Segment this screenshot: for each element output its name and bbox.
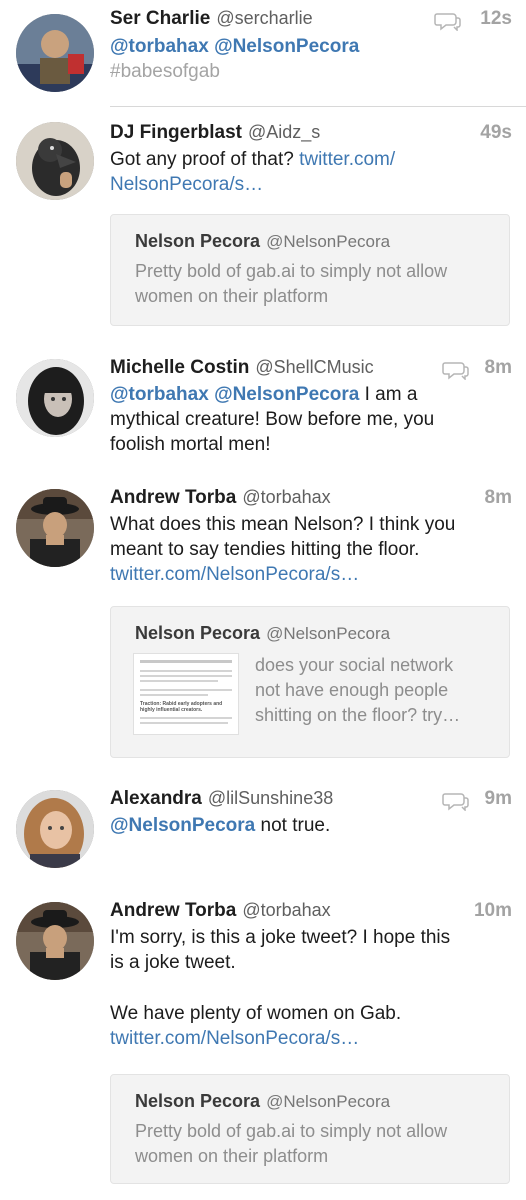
tweet-link[interactable]: NelsonPecora/s… <box>110 174 263 195</box>
avatar[interactable] <box>16 359 94 437</box>
tweet-text: @NelsonPecora not true. <box>110 813 512 838</box>
timestamp: 8m <box>484 357 512 378</box>
thumbnail-heading: Traction: Rabid early adopters and highl… <box>140 701 223 713</box>
quoted-tweet[interactable]: Nelson Pecora @NelsonPecora Traction: Rab… <box>110 606 510 758</box>
author-name[interactable]: Michelle Costin <box>110 357 249 378</box>
quoted-text: does your social network not have enough… <box>255 653 495 728</box>
tweet-text-line: I am a <box>364 384 418 405</box>
author-name[interactable]: DJ Fingerblast <box>110 122 242 143</box>
quoted-text-line: women on their platform <box>135 1146 329 1166</box>
tweet-text-line: We have plenty of women on Gab. <box>110 1003 402 1024</box>
tweet-text: @torbahax @NelsonPecora I am a mythical … <box>110 382 512 457</box>
tweet-text-line: meant to say tendies hitting the floor. <box>110 539 420 560</box>
avatar[interactable] <box>16 790 94 868</box>
author-name[interactable]: Ser Charlie <box>110 8 210 29</box>
timestamp: 12s <box>480 8 512 29</box>
quoted-text-line: Pretty bold of gab.ai to simply not allo… <box>135 261 448 281</box>
avatar[interactable] <box>16 489 94 567</box>
tweet-text-line: mythical creature! Bow before me, you <box>110 409 435 430</box>
avatar[interactable] <box>16 122 94 200</box>
author-name[interactable]: Andrew Torba <box>110 487 236 508</box>
mention[interactable]: @NelsonPecora <box>110 815 255 836</box>
hashtag[interactable]: #babesofgab <box>110 61 220 82</box>
author-name[interactable]: Andrew Torba <box>110 900 236 921</box>
tweet-text-line: foolish mortal men! <box>110 434 271 455</box>
mention[interactable]: @NelsonPecora <box>214 36 359 57</box>
quoted-author-handle: @NelsonPecora <box>266 1092 391 1111</box>
reply-icon[interactable] <box>442 360 470 380</box>
quoted-tweet[interactable]: Nelson Pecora @NelsonPecora Pretty bold o… <box>110 1074 510 1184</box>
tweet-text-line: not true. <box>260 815 331 836</box>
tweet-text: I'm sorry, is this a joke tweet? I hope … <box>110 925 512 1051</box>
quoted-author-handle: @NelsonPecora <box>266 232 391 251</box>
tweet-link[interactable]: twitter.com/NelsonPecora/s… <box>110 1028 359 1049</box>
divider <box>110 106 526 107</box>
mention[interactable]: @NelsonPecora <box>214 384 359 405</box>
tweet-link[interactable]: twitter.com/NelsonPecora/s… <box>110 564 359 585</box>
tweet-text-line: is a joke tweet. <box>110 952 236 973</box>
mention[interactable]: @torbahax <box>110 384 209 405</box>
quoted-text-line: not have enough people <box>255 680 449 700</box>
author-handle[interactable]: @ShellCMusic <box>255 357 373 377</box>
quoted-author-name: Nelson Pecora <box>135 231 261 251</box>
quoted-text-line: Pretty bold of gab.ai to simply not allo… <box>135 1121 448 1141</box>
reply-icon[interactable] <box>442 791 470 811</box>
quoted-text-line: shitting on the floor? try… <box>255 705 461 725</box>
quoted-author-name: Nelson Pecora <box>135 623 261 643</box>
avatar[interactable] <box>16 14 94 92</box>
author-handle[interactable]: @torbahax <box>242 900 330 920</box>
quoted-author-name: Nelson Pecora <box>135 1091 261 1111</box>
quoted-author-handle: @NelsonPecora <box>266 624 391 643</box>
quoted-text: Pretty bold of gab.ai to simply not allo… <box>135 1119 495 1169</box>
timestamp: 9m <box>484 788 512 809</box>
quoted-text-line: does your social network <box>255 655 454 675</box>
quoted-tweet[interactable]: Nelson Pecora @NelsonPecora Pretty bold o… <box>110 214 510 326</box>
avatar[interactable] <box>16 902 94 980</box>
tweet-text-line: Got any proof of that? <box>110 149 294 170</box>
timestamp: 49s <box>480 122 512 143</box>
author-handle[interactable]: @sercharlie <box>216 8 312 28</box>
tweet-link[interactable]: twitter.com/ <box>299 149 395 170</box>
reply-icon[interactable] <box>434 11 462 31</box>
tweet-text: @torbahax @NelsonPecora #babesofgab <box>110 34 512 84</box>
author-name[interactable]: Alexandra <box>110 788 202 809</box>
quoted-text: Pretty bold of gab.ai to simply not allo… <box>135 259 495 309</box>
tweet-text-line: What does this mean Nelson? I think you <box>110 514 456 535</box>
tweet-text: Got any proof of that? twitter.com/ Nels… <box>110 147 512 197</box>
tweet-text: What does this mean Nelson? I think you … <box>110 512 512 587</box>
timestamp: 8m <box>484 487 512 508</box>
author-handle[interactable]: @Aidz_s <box>248 122 320 142</box>
mention[interactable]: @torbahax <box>110 36 209 57</box>
author-handle[interactable]: @torbahax <box>242 487 330 507</box>
tweet-text-line: I'm sorry, is this a joke tweet? I hope … <box>110 927 451 948</box>
quoted-media-thumbnail[interactable]: Traction: Rabid early adopters and highl… <box>133 653 239 735</box>
timestamp: 10m <box>473 900 512 921</box>
author-handle[interactable]: @lilSunshine38 <box>208 788 333 808</box>
quoted-text-line: women on their platform <box>135 286 329 306</box>
